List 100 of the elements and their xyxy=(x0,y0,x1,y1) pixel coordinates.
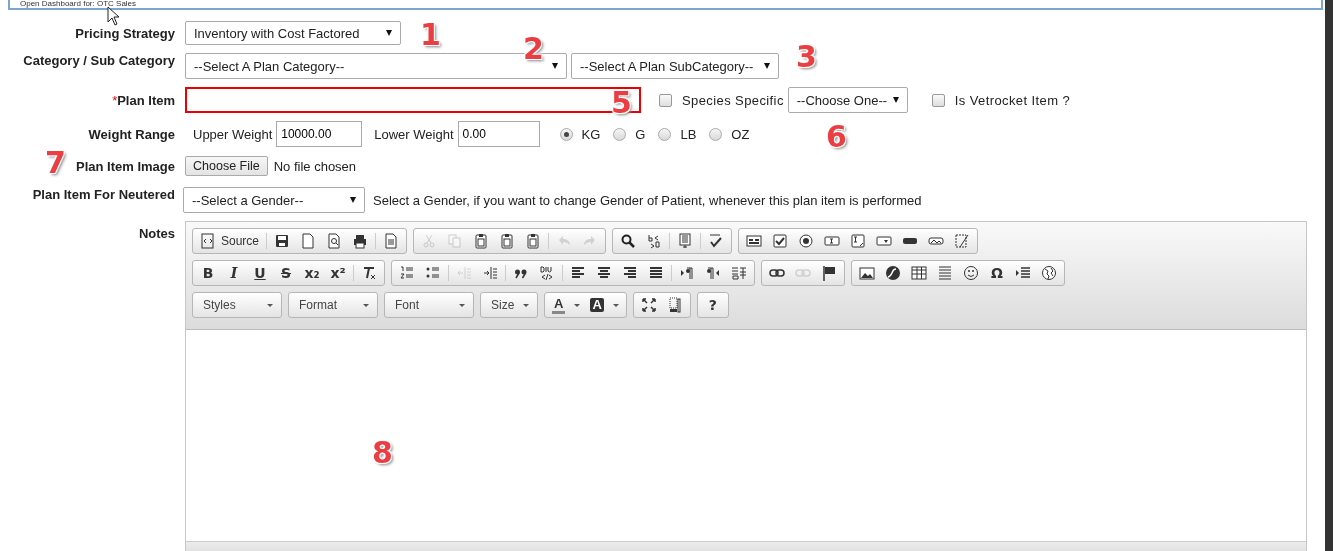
paste-icon xyxy=(473,233,490,249)
field-label: *Plan Item xyxy=(112,92,175,108)
annotation-number: 1 xyxy=(420,20,441,50)
toolbar-button[interactable]: I xyxy=(221,262,247,284)
ol-icon xyxy=(399,265,415,281)
hint-text: Select a Gender, if you want to change Gender of Patient, whenever this plan item is performed xyxy=(373,192,922,208)
species-select[interactable]: --Choose One-- xyxy=(787,87,908,113)
field-label: Plan Item Image xyxy=(76,158,175,174)
field-label: Plan Item For Neutered xyxy=(32,187,175,202)
spell-icon xyxy=(708,233,725,249)
radio-icon xyxy=(798,233,815,249)
cut-icon xyxy=(421,233,438,249)
banner-text: Open Dashboard for: OTC Sales xyxy=(20,0,137,8)
justify-icon xyxy=(648,265,664,281)
left-icon xyxy=(570,265,586,281)
annotation-number: 6 xyxy=(826,122,847,152)
radio-label: G xyxy=(635,126,646,142)
templates-icon xyxy=(383,233,400,249)
field-label: Category / Sub Category xyxy=(23,53,175,68)
select-icon xyxy=(876,233,893,249)
anchor-icon xyxy=(821,265,837,281)
radio-label: KG xyxy=(581,126,601,142)
replace-icon xyxy=(646,233,663,249)
toolbar-dropdown[interactable]: Styles xyxy=(192,292,282,318)
preview-icon xyxy=(326,233,343,249)
pastetext-icon xyxy=(499,233,516,249)
language-icon xyxy=(731,265,747,281)
annotation-number: 3 xyxy=(796,42,817,72)
save-icon xyxy=(274,233,291,249)
subcategory-select[interactable]: --Select A Plan SubCategory-- xyxy=(571,53,779,79)
toolbar-button[interactable]: B xyxy=(195,262,221,284)
radio-button[interactable] xyxy=(559,127,573,141)
lower-weight-input[interactable]: 0.00 xyxy=(457,121,540,147)
source-icon xyxy=(200,233,216,249)
rule-icon xyxy=(937,265,953,281)
toolbar-button[interactable]: Ω xyxy=(984,262,1010,284)
center-icon xyxy=(596,265,612,281)
pricing-strategy-select[interactable]: Inventory with Cost Factored xyxy=(185,21,401,45)
showblocks-icon xyxy=(666,297,683,313)
removeformat-icon xyxy=(361,265,377,281)
flash-icon xyxy=(885,265,901,281)
gender-select[interactable]: --Select a Gender-- xyxy=(183,187,365,213)
annotation-number: 5 xyxy=(611,88,632,118)
radio-button[interactable] xyxy=(709,127,723,141)
file-status: No file chosen xyxy=(273,158,357,174)
checkbox-label: Species Specific xyxy=(682,92,784,108)
field-label: Notes xyxy=(138,226,175,241)
checkbox[interactable] xyxy=(931,93,945,107)
maximize-icon xyxy=(640,297,657,313)
textfield-icon xyxy=(824,233,841,249)
toolbar-button[interactable]: x² xyxy=(325,262,351,284)
source-button[interactable]: Source xyxy=(195,230,265,252)
radio-label: OZ xyxy=(731,126,750,142)
scrollbar[interactable] xyxy=(1325,0,1333,551)
form-icon xyxy=(746,233,763,249)
weight-label: Lower Weight xyxy=(374,126,454,142)
print-icon xyxy=(352,233,369,249)
toolbar-button[interactable]: x₂ xyxy=(299,262,325,284)
outdent-icon xyxy=(456,265,472,281)
field-label: Weight Range xyxy=(88,126,175,142)
annotation-number: 7 xyxy=(45,148,66,178)
toolbar-dropdown[interactable]: Size xyxy=(480,292,538,318)
toolbar-dropdown[interactable]: Font xyxy=(384,292,474,318)
ltr-icon xyxy=(679,265,695,281)
mouse-cursor-icon xyxy=(107,6,121,26)
smiley-icon xyxy=(963,265,979,281)
textarea-icon xyxy=(850,233,867,249)
right-icon xyxy=(622,265,638,281)
rtl-icon xyxy=(705,265,721,281)
background-color-button[interactable]: A xyxy=(585,294,624,316)
radio-button[interactable] xyxy=(658,127,672,141)
div-icon xyxy=(539,265,555,281)
ul-icon xyxy=(425,265,441,281)
toolbar-dropdown[interactable]: Format xyxy=(288,292,378,318)
newpage-icon xyxy=(300,233,317,249)
annotation-number: 8 xyxy=(372,438,393,468)
toolbar-button[interactable]: S xyxy=(273,262,299,284)
image-icon xyxy=(859,265,875,281)
radio-label: LB xyxy=(680,126,697,142)
weight-label: Upper Weight xyxy=(193,126,273,142)
hidden-icon xyxy=(954,233,971,249)
table-icon xyxy=(911,265,927,281)
choose-file-button[interactable]: Choose File xyxy=(185,156,268,176)
checkbox-label: Is Vetrocket Item ? xyxy=(954,92,1071,108)
field-label: Pricing Strategy xyxy=(75,25,175,41)
find-icon xyxy=(620,233,637,249)
indent-icon xyxy=(482,265,498,281)
selectall-icon xyxy=(677,233,694,249)
text-color-button[interactable]: A xyxy=(547,294,586,316)
plan-item-input[interactable] xyxy=(185,87,641,113)
copy-icon xyxy=(447,233,464,249)
upper-weight-input[interactable]: 10000.00 xyxy=(276,121,363,147)
toolbar-button[interactable]: ? xyxy=(699,294,726,316)
toolbar-button[interactable]: U xyxy=(247,262,273,284)
radio-button[interactable] xyxy=(613,127,627,141)
iframe-icon xyxy=(1015,265,1031,281)
globe-icon xyxy=(1041,265,1057,281)
checkbox-icon xyxy=(772,233,789,249)
checkbox[interactable] xyxy=(659,93,672,107)
pasteword-icon xyxy=(525,233,542,249)
